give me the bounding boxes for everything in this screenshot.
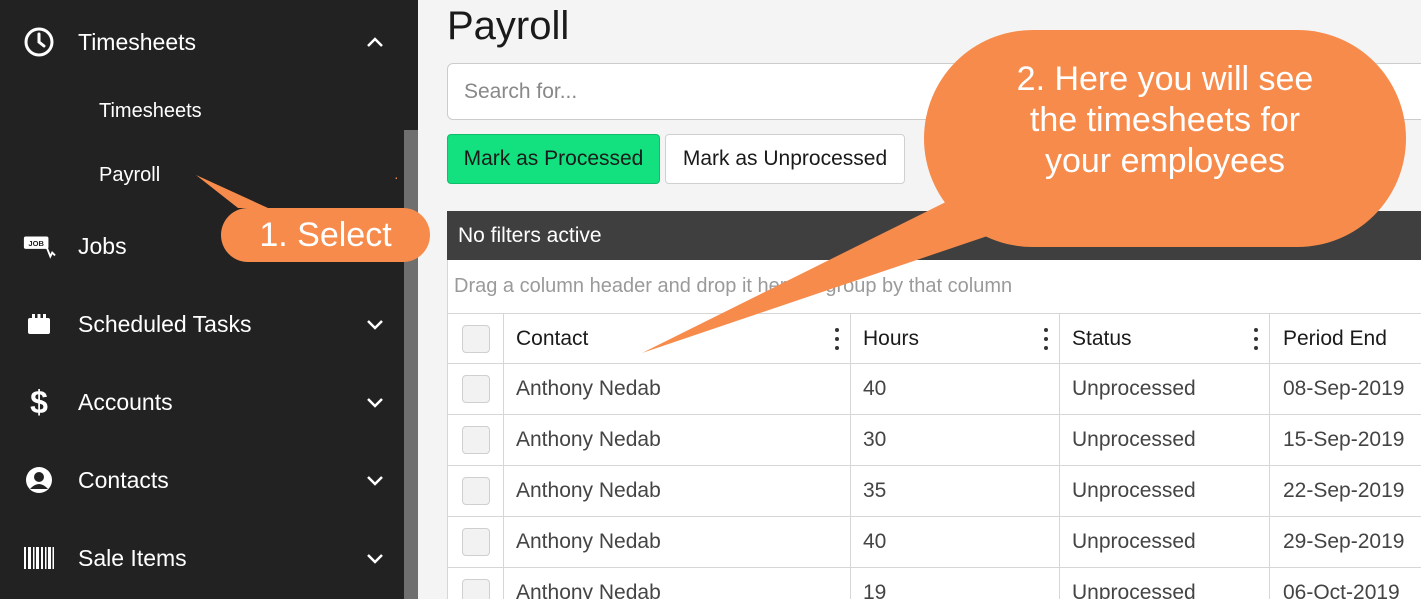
payroll-grid: Contact Hours Status Period End Anthony … <box>447 313 1421 599</box>
sidebar-subitem-timesheets[interactable]: Timesheets <box>99 100 202 123</box>
sidebar-scrollbar[interactable] <box>404 130 418 599</box>
sidebar-item-label: Contacts <box>78 466 169 493</box>
cell-period-end: 29-Sep-2019 <box>1283 530 1405 553</box>
row-select-cell <box>448 517 504 567</box>
active-indicator: · <box>394 169 399 185</box>
chevron-down-icon[interactable] <box>362 545 388 571</box>
column-header-status[interactable]: Status <box>1060 314 1270 363</box>
column-menu-icon[interactable] <box>834 327 840 350</box>
sidebar-item-label: Accounts <box>78 388 173 415</box>
sidebar-item-label: Jobs <box>78 232 127 259</box>
barcode-icon <box>22 541 56 575</box>
sidebar-item-scheduled-tasks[interactable]: Scheduled Tasks <box>0 294 404 354</box>
calendar-icon <box>22 307 56 341</box>
cell-period-end: 08-Sep-2019 <box>1283 377 1405 400</box>
grid-header-row: Contact Hours Status Period End <box>447 313 1421 364</box>
table-row[interactable]: Anthony Nedab 35 Unprocessed 22-Sep-2019 <box>447 466 1421 517</box>
user-icon <box>22 463 56 497</box>
cell-contact: Anthony Nedab <box>504 364 851 414</box>
column-header-label: Period End <box>1283 326 1387 350</box>
group-by-drop-zone[interactable]: Drag a column header and drop it here to… <box>447 260 1421 313</box>
mark-unprocessed-button[interactable]: Mark as Unprocessed <box>665 134 905 184</box>
cell-contact: Anthony Nedab <box>504 517 851 567</box>
callout-step-2-text: 2. Here you will see the timesheets for … <box>1016 60 1314 180</box>
cell-hours: 35 <box>851 466 1060 516</box>
cell-contact: Anthony Nedab <box>504 415 851 465</box>
column-header-contact[interactable]: Contact <box>504 314 851 363</box>
chevron-down-icon[interactable] <box>362 311 388 337</box>
column-header-label: Status <box>1072 326 1132 350</box>
table-row[interactable]: Anthony Nedab 40 Unprocessed 08-Sep-2019 <box>447 364 1421 415</box>
column-header-label: Hours <box>863 326 920 350</box>
column-menu-icon[interactable] <box>1253 327 1259 350</box>
row-select-cell <box>448 364 504 414</box>
sidebar-item-contacts[interactable]: Contacts <box>0 450 404 510</box>
cell-period-end: 06-Oct-2019 <box>1283 581 1400 599</box>
cell-status: Unprocessed <box>1060 517 1270 567</box>
sidebar: Timesheets Timesheets Payroll · JOB Jobs… <box>0 0 418 599</box>
job-icon-text: JOB <box>28 239 44 248</box>
cell-period-end: 15-Sep-2019 <box>1283 428 1405 451</box>
cell-hours: 19 <box>851 568 1060 599</box>
row-select-cell <box>448 415 504 465</box>
column-header-label: Contact <box>516 326 589 350</box>
callout-step-2: 2. Here you will see the timesheets for … <box>924 30 1406 247</box>
cell-contact: Anthony Nedab <box>504 466 851 516</box>
table-row[interactable]: Anthony Nedab 30 Unprocessed 15-Sep-2019 <box>447 415 1421 466</box>
cell-status: Unprocessed <box>1060 364 1270 414</box>
row-checkbox[interactable] <box>461 528 490 556</box>
filter-status-text: No filters active <box>458 223 602 247</box>
clock-icon <box>22 25 56 59</box>
chevron-down-icon[interactable] <box>362 467 388 493</box>
row-checkbox[interactable] <box>461 477 490 505</box>
page-title: Payroll <box>447 4 570 48</box>
cell-status: Unprocessed <box>1060 415 1270 465</box>
job-icon: JOB <box>22 229 56 263</box>
sidebar-item-label: Sale Items <box>78 544 187 571</box>
table-row[interactable]: Anthony Nedab 40 Unprocessed 29-Sep-2019 <box>447 517 1421 568</box>
chevron-up-icon[interactable] <box>362 29 388 55</box>
select-all-cell <box>448 314 504 363</box>
chevron-down-icon[interactable] <box>362 389 388 415</box>
cell-status: Unprocessed <box>1060 466 1270 516</box>
column-header-period-end[interactable]: Period End <box>1270 314 1421 363</box>
dollar-icon: $ <box>30 383 48 420</box>
sidebar-item-sale-items[interactable]: Sale Items <box>0 528 404 588</box>
row-checkbox[interactable] <box>461 579 490 599</box>
sidebar-item-timesheets[interactable]: Timesheets <box>0 12 404 72</box>
table-row[interactable]: Anthony Nedab 19 Unprocessed 06-Oct-2019 <box>447 568 1421 599</box>
select-all-checkbox[interactable] <box>461 324 490 353</box>
sidebar-item-label: Scheduled Tasks <box>78 310 252 337</box>
callout-step-1-text: 1. Select <box>259 215 392 254</box>
row-select-cell <box>448 568 504 599</box>
cell-contact: Anthony Nedab <box>504 568 851 599</box>
cell-hours: 40 <box>851 364 1060 414</box>
row-select-cell <box>448 466 504 516</box>
cell-hours: 30 <box>851 415 1060 465</box>
sidebar-item-accounts[interactable]: $ Accounts <box>0 372 404 432</box>
column-header-hours[interactable]: Hours <box>851 314 1060 363</box>
cell-status: Unprocessed <box>1060 568 1270 599</box>
sidebar-item-label: Timesheets <box>78 28 197 55</box>
cell-hours: 40 <box>851 517 1060 567</box>
column-menu-icon[interactable] <box>1043 327 1049 350</box>
sidebar-subitem-payroll[interactable]: Payroll <box>99 164 160 187</box>
row-checkbox[interactable] <box>461 426 490 454</box>
callout-step-1: 1. Select <box>221 208 430 262</box>
mark-processed-button[interactable]: Mark as Processed <box>447 134 660 184</box>
group-hint-text: Drag a column header and drop it here to… <box>454 275 1013 297</box>
cell-period-end: 22-Sep-2019 <box>1283 479 1405 502</box>
row-checkbox[interactable] <box>461 375 490 403</box>
